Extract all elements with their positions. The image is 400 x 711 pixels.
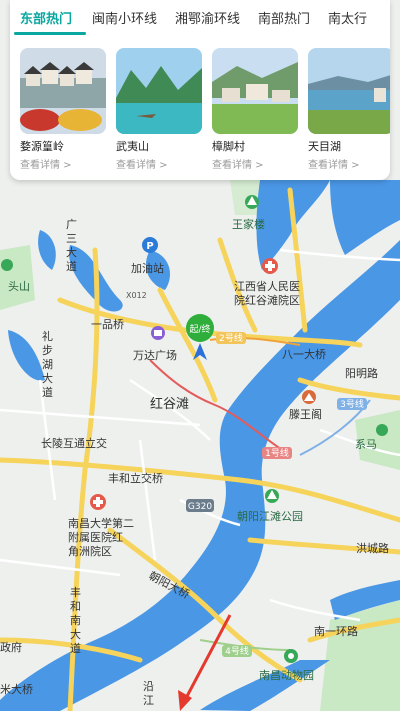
label-zhengfu: 政府 xyxy=(0,640,22,654)
label-bayiqiao: 八一大桥 xyxy=(282,347,326,361)
card-image xyxy=(308,48,390,134)
gas-station-icon[interactable]: P xyxy=(142,237,158,253)
recommend-panel: 东部热门 闽南小环线 湘鄂渝环线 南部热门 南太行 婺源篁岭 查看详情 > 武夷… xyxy=(10,0,390,180)
label-zoo: 南昌动物园 xyxy=(259,668,314,682)
card-title: 樟脚村 xyxy=(212,140,245,153)
label-yipinqiao: 一品桥 xyxy=(91,318,124,331)
label-gas-station: 加油站 xyxy=(131,261,164,275)
badge-line1: 1号线 xyxy=(265,447,289,459)
label-tengwangge: 滕王阁 xyxy=(289,407,322,421)
park-icon[interactable] xyxy=(376,424,388,436)
park-area xyxy=(0,245,35,310)
start-end-label: 起/终 xyxy=(189,323,210,335)
label-xima: 系马 xyxy=(355,438,377,451)
badge-line3: 3号线 xyxy=(340,398,364,410)
destination-card[interactable]: 婺源篁岭 查看详情 > xyxy=(20,48,106,174)
label-hospital-line2: 院红谷滩院区 xyxy=(234,293,300,307)
label-x012: X012 xyxy=(126,291,147,300)
park-icon[interactable] xyxy=(265,489,279,503)
label-nanchang2-line2: 附属医院红 xyxy=(68,530,123,544)
label-wangjialou: 王家楼 xyxy=(232,217,265,231)
vertical-road-label: 广三大道 xyxy=(66,218,77,273)
label-fenghe: 丰和立交桥 xyxy=(108,471,163,485)
landmark-icon[interactable] xyxy=(302,390,316,404)
park-icon[interactable] xyxy=(1,259,13,271)
park-icon[interactable] xyxy=(245,195,259,209)
tab-xiangeyu-loop[interactable]: 湘鄂渝环线 xyxy=(175,8,240,30)
label-toushan: 头山 xyxy=(8,280,30,293)
label-changling: 长陵互通立交 xyxy=(41,436,107,450)
svg-text:P: P xyxy=(146,241,153,252)
card-detail-link[interactable]: 查看详情 > xyxy=(308,156,360,171)
destination-cards: 婺源篁岭 查看详情 > 武夷山 查看详情 > 樟脚村 查看详情 > 天目湖 查看… xyxy=(10,48,390,178)
tab-bar: 东部热门 闽南小环线 湘鄂渝环线 南部热门 南太行 xyxy=(10,0,390,38)
card-title: 武夷山 xyxy=(116,140,149,153)
label-hongchenglu: 洪城路 xyxy=(356,541,389,555)
vertical-road-label: 丰和南大道 xyxy=(70,586,81,655)
destination-card[interactable]: 武夷山 查看详情 > xyxy=(116,48,202,174)
badge-g320: G320 xyxy=(188,502,212,512)
badge-line4: 4号线 xyxy=(225,645,249,657)
card-image xyxy=(212,48,298,134)
card-detail-link[interactable]: 查看详情 > xyxy=(20,156,72,171)
tab-south-popular[interactable]: 南部热门 xyxy=(258,8,310,30)
card-image xyxy=(116,48,202,134)
tab-south-taihang[interactable]: 南太行 xyxy=(328,8,367,30)
card-title: 天目湖 xyxy=(308,140,341,153)
destination-card[interactable]: 天目湖 查看详情 > xyxy=(308,48,390,174)
card-image xyxy=(20,48,106,134)
label-nanchang2-line3: 角洲院区 xyxy=(68,544,112,558)
tab-east-popular[interactable]: 东部热门 xyxy=(20,8,72,30)
vertical-road-label: 礼步湖大道 xyxy=(42,329,53,399)
label-nanchang2-line1: 南昌大学第二 xyxy=(68,516,134,530)
vertical-road-label: 沿江 xyxy=(143,680,154,707)
label-yangming-road: 阳明路 xyxy=(345,367,378,380)
hospital-icon[interactable] xyxy=(262,258,278,274)
label-chaoyang-park: 朝阳江滩公园 xyxy=(237,509,303,523)
label-miqiao: 米大桥 xyxy=(0,682,33,696)
hospital-icon[interactable] xyxy=(90,494,106,510)
label-wanda: 万达广场 xyxy=(133,348,177,362)
badge-line2: 2号线 xyxy=(219,332,243,344)
label-nanyihuan: 南一环路 xyxy=(314,625,358,638)
tab-minnan-loop[interactable]: 闽南小环线 xyxy=(92,8,157,30)
card-detail-link[interactable]: 查看详情 > xyxy=(212,156,264,171)
destination-card[interactable]: 樟脚村 查看详情 > xyxy=(212,48,298,174)
zoo-icon[interactable] xyxy=(284,649,298,663)
card-title: 婺源篁岭 xyxy=(20,140,64,153)
tab-active-indicator xyxy=(14,32,86,35)
label-honggutan: 红谷滩 xyxy=(150,396,189,412)
card-detail-link[interactable]: 查看详情 > xyxy=(116,156,168,171)
shopping-icon[interactable] xyxy=(151,326,165,340)
label-hospital-line1: 江西省人民医 xyxy=(234,280,300,293)
